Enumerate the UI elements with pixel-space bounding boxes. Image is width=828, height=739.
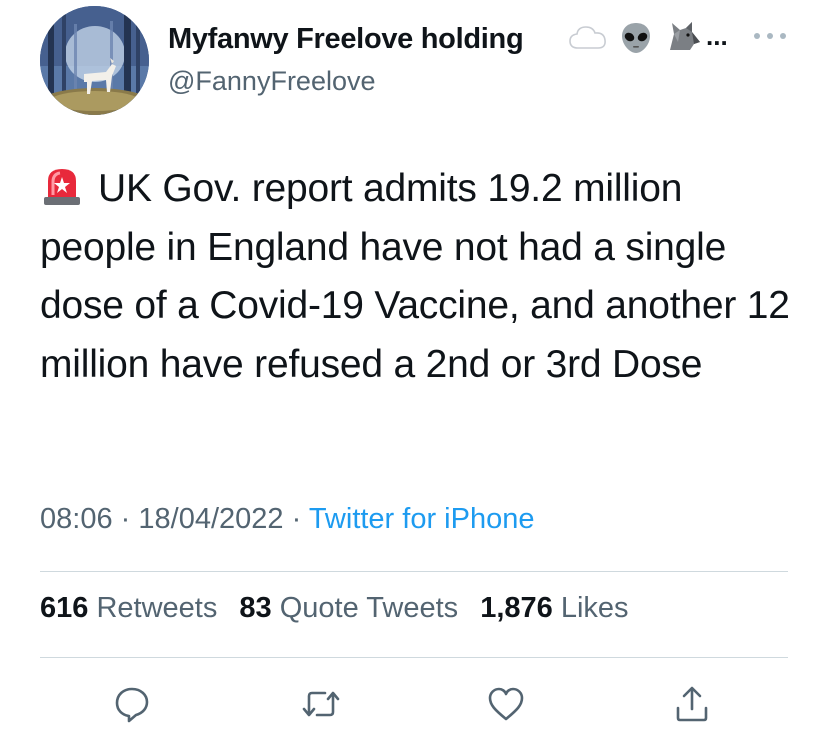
name-emojis: ... — [568, 20, 728, 60]
like-icon[interactable] — [486, 684, 526, 724]
tweet-meta: 08:06 · 18/04/2022 · Twitter for iPhone — [40, 503, 534, 536]
retweet-icon[interactable] — [301, 684, 341, 724]
tweet-body: UK Gov. report admits 19.2 million peopl… — [40, 167, 790, 386]
cloud-icon — [568, 24, 608, 57]
tweet-source-link[interactable]: Twitter for iPhone — [309, 503, 535, 535]
tweet-text: UK Gov. report admits 19.2 million peopl… — [40, 160, 800, 394]
author-handle[interactable]: @FannyFreelove — [168, 66, 376, 97]
likes-count: 1,876 — [480, 592, 553, 624]
retweets-count: 616 — [40, 592, 89, 624]
author-name[interactable]: Myfanwy Freelove holding — [168, 23, 524, 56]
alien-icon — [618, 20, 654, 61]
share-icon[interactable] — [672, 684, 712, 724]
name-truncation: ... — [706, 21, 728, 51]
quotes-count: 83 — [239, 592, 272, 624]
avatar[interactable] — [40, 6, 149, 115]
police-siren-icon — [40, 163, 84, 207]
reply-icon[interactable] — [112, 684, 152, 724]
divider — [40, 657, 788, 658]
more-options-icon[interactable] — [752, 26, 788, 46]
tweet-stats: 616 Retweets 83 Quote Tweets 1,876 Likes — [40, 592, 643, 625]
quotes-label: Quote Tweets — [279, 592, 459, 624]
tweet-time: 08:06 — [40, 503, 113, 535]
likes-label: Likes — [560, 592, 629, 624]
wolf-icon — [664, 20, 702, 61]
tweet-date: 18/04/2022 — [138, 503, 284, 535]
divider — [40, 571, 788, 572]
likes-stat[interactable]: 1,876 Likes — [480, 592, 628, 624]
meta-separator: · — [120, 503, 131, 535]
retweets-stat[interactable]: 616 Retweets — [40, 592, 217, 624]
meta-separator: · — [291, 503, 302, 535]
quotes-stat[interactable]: 83 Quote Tweets — [239, 592, 458, 624]
retweets-label: Retweets — [96, 592, 218, 624]
